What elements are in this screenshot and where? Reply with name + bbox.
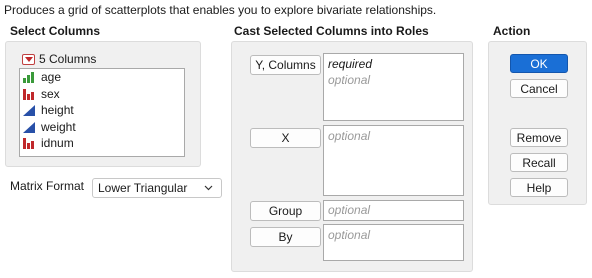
optional-placeholder: optional	[328, 129, 371, 143]
action-title: Action	[493, 24, 531, 38]
nominal-bar-icon	[23, 88, 34, 100]
list-item-height[interactable]: height	[20, 102, 184, 119]
optional-placeholder: optional	[328, 228, 371, 242]
list-item-idnum[interactable]: idnum	[20, 135, 184, 152]
ordinal-bar-icon	[23, 72, 34, 84]
continuous-triangle-icon	[23, 121, 35, 133]
optional-placeholder: optional	[328, 73, 371, 87]
by-button[interactable]: By	[250, 227, 321, 247]
group-role-box[interactable]: optional	[323, 200, 464, 221]
disclosure-icon[interactable]	[22, 53, 35, 65]
columns-count-header: 5 Columns	[22, 52, 96, 66]
chevron-down-icon	[204, 185, 213, 191]
list-item-age[interactable]: age	[20, 69, 184, 86]
nominal-bar-icon	[23, 138, 34, 150]
column-name: age	[41, 70, 62, 85]
cancel-button[interactable]: Cancel	[510, 79, 568, 98]
by-role-box[interactable]: optional	[323, 224, 464, 261]
column-name: sex	[41, 86, 60, 101]
column-name: height	[41, 103, 74, 118]
column-name: weight	[41, 119, 76, 134]
group-button[interactable]: Group	[250, 201, 321, 221]
x-button[interactable]: X	[250, 128, 321, 148]
y-columns-button[interactable]: Y, Columns	[250, 55, 321, 75]
continuous-triangle-icon	[23, 105, 35, 117]
matrix-format-select[interactable]: Lower Triangular	[92, 178, 222, 198]
columns-count-label: 5 Columns	[39, 52, 97, 66]
required-placeholder: required	[328, 57, 373, 71]
roles-title: Cast Selected Columns into Roles	[234, 24, 429, 38]
column-list[interactable]: age sex height weight idnum	[19, 68, 185, 157]
recall-button[interactable]: Recall	[510, 153, 568, 172]
column-name: idnum	[41, 136, 74, 151]
optional-placeholder: optional	[328, 203, 371, 217]
list-item-sex[interactable]: sex	[20, 86, 184, 103]
matrix-format-value: Lower Triangular	[98, 181, 188, 195]
list-item-weight[interactable]: weight	[20, 119, 184, 136]
ok-button[interactable]: OK	[510, 54, 568, 73]
y-columns-role-box[interactable]: required optional	[323, 53, 464, 121]
select-columns-title: Select Columns	[10, 24, 101, 38]
matrix-format-label: Matrix Format	[10, 179, 85, 193]
x-role-box[interactable]: optional	[323, 125, 464, 196]
remove-button[interactable]: Remove	[510, 128, 568, 147]
help-button[interactable]: Help	[510, 178, 568, 197]
dialog-description: Produces a grid of scatterplots that ena…	[4, 3, 437, 17]
